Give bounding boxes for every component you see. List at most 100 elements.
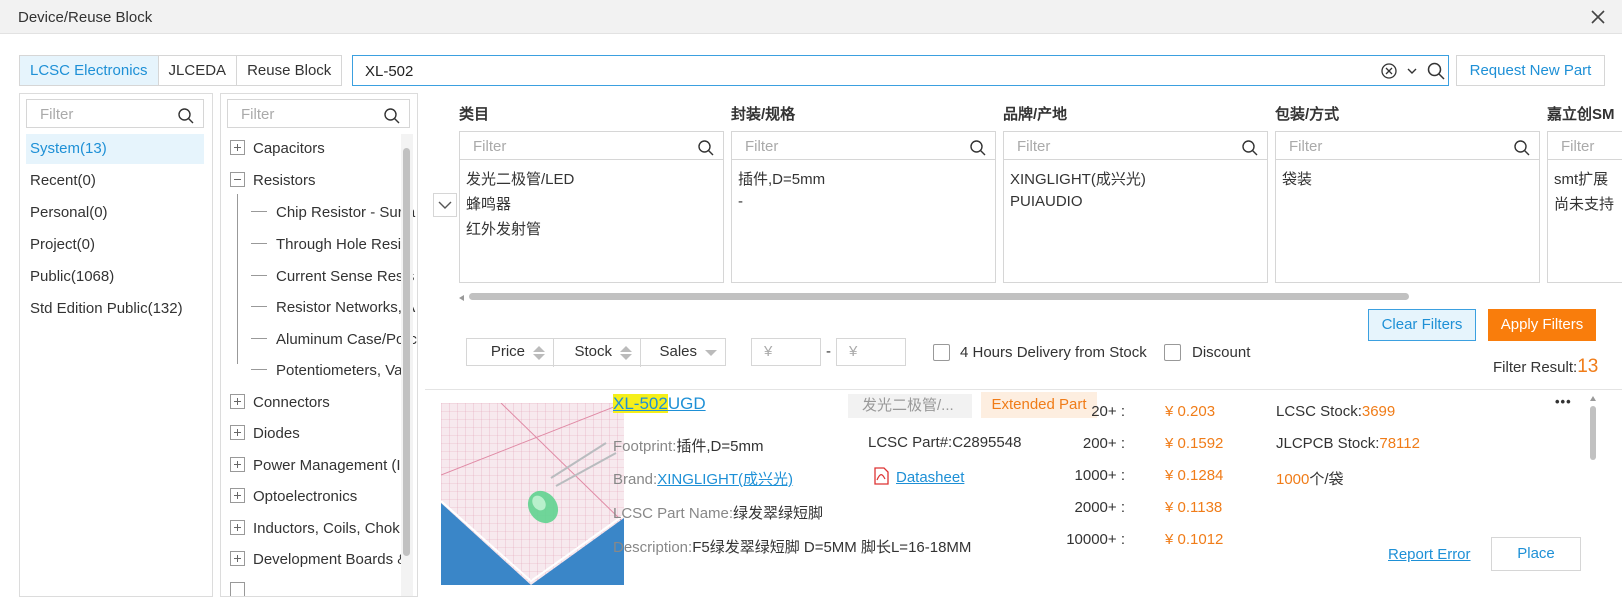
place-button[interactable]: Place <box>1491 537 1581 571</box>
sort-sales-button[interactable]: Sales <box>641 339 725 367</box>
more-options-icon[interactable]: ••• <box>1555 394 1572 409</box>
facet-option[interactable]: 蜂鸣器 <box>466 193 511 214</box>
search-icon <box>178 108 194 124</box>
price-tier-price: ¥ 0.1012 <box>1165 531 1224 548</box>
search-input[interactable] <box>365 60 1365 82</box>
brand-row: Brand:XINGLIGHT(成兴光) <box>613 471 794 488</box>
library-item-project[interactable]: Project(0) <box>26 230 204 260</box>
price-max-input[interactable]: ¥ <box>836 338 906 366</box>
sort-price-button[interactable]: Price <box>467 339 554 367</box>
scrollbar-thumb[interactable] <box>403 148 410 556</box>
search-icon <box>698 140 714 156</box>
facet-option[interactable]: - <box>738 193 743 210</box>
library-item-system[interactable]: System(13) <box>26 134 204 164</box>
lcsc-stock: LCSC Stock:3699 <box>1276 403 1396 420</box>
report-error-link[interactable]: Report Error <box>1388 546 1471 563</box>
category-diodes[interactable]: Diodes <box>230 425 300 447</box>
facet-scrollbar[interactable] <box>459 293 1622 301</box>
lcsc-part-number: LCSC Part#:C2895548 <box>868 434 1022 451</box>
close-icon[interactable] <box>1588 7 1608 27</box>
subcategory-through-hole[interactable]: Through Hole Resist <box>251 236 413 258</box>
price-tier-price: ¥ 0.1592 <box>1165 435 1224 452</box>
clear-icon[interactable] <box>1380 62 1398 80</box>
expand-icon[interactable] <box>230 394 245 409</box>
chevron-down-icon[interactable] <box>1406 65 1418 77</box>
facet-title: 类目 <box>459 106 490 123</box>
facet-filter[interactable]: Filter <box>459 131 724 160</box>
facet-title: 包装/方式 <box>1275 106 1340 123</box>
result-scrollbar[interactable] <box>1590 390 1598 597</box>
subcategory-current-sense[interactable]: Current Sense Resis <box>251 268 414 290</box>
facet-option[interactable]: smt扩展 <box>1554 168 1608 189</box>
facet-option[interactable]: 袋装 <box>1282 168 1312 189</box>
category-power-management[interactable]: Power Management (I <box>230 457 401 479</box>
facet-option[interactable]: 发光二极管/LED <box>466 168 574 189</box>
part-name-row: LCSC Part Name:绿发翠绿短脚 <box>613 505 824 522</box>
tab-lcsc-electronics[interactable]: LCSC Electronics <box>20 56 159 85</box>
facet-option[interactable]: 红外发射管 <box>466 218 541 239</box>
scrollbar-thumb[interactable] <box>469 293 1409 300</box>
four-hours-checkbox[interactable] <box>933 344 950 361</box>
tab-jlceda[interactable]: JLCEDA <box>158 56 238 85</box>
price-min-input[interactable]: ¥ <box>751 338 821 366</box>
expand-icon[interactable] <box>230 140 245 155</box>
expand-facets-icon[interactable] <box>433 193 457 217</box>
facet-options: XINGLIGHT(成兴光) PUIAUDIO <box>1003 159 1268 283</box>
discount-label: Discount <box>1192 344 1251 361</box>
footprint-row: Footprint:插件,D=5mm <box>613 438 764 455</box>
scrollbar-thumb[interactable] <box>1590 406 1596 460</box>
facet-option[interactable]: PUIAUDIO <box>1010 193 1083 210</box>
price-tier-qty: 10000+ : <box>1066 531 1125 548</box>
price-tier-qty: 200+ : <box>1082 435 1125 452</box>
facet-options: 发光二极管/LED 蜂鸣器红外发射管 <box>459 159 724 283</box>
library-item-public[interactable]: Public(1068) <box>26 262 204 292</box>
clear-filters-button[interactable]: Clear Filters <box>1368 309 1476 341</box>
library-item-recent[interactable]: Recent(0) <box>26 166 204 196</box>
library-item-personal[interactable]: Personal(0) <box>26 198 204 228</box>
library-filter[interactable]: Filter <box>26 99 204 128</box>
search-icon <box>384 108 400 124</box>
result-item[interactable]: XL-502UGD 发光二极管/... Extended Part Footpr… <box>425 390 1622 597</box>
expand-icon[interactable] <box>230 520 245 535</box>
facet-option[interactable]: 插件,D=5mm <box>738 168 825 189</box>
category-capacitors[interactable]: Capacitors <box>230 140 325 162</box>
search-icon[interactable] <box>1426 61 1446 81</box>
facet-option[interactable]: 尚未支持 <box>1554 193 1614 214</box>
category-resistors[interactable]: Resistors <box>230 172 316 194</box>
expand-icon[interactable] <box>230 488 245 503</box>
facet-filter[interactable]: Filter <box>731 131 996 160</box>
library-item-std-public[interactable]: Std Edition Public(132) <box>26 294 204 324</box>
part-name[interactable]: XL-502UGD <box>613 394 706 414</box>
facet-filter[interactable]: Filter <box>1003 131 1268 160</box>
package-quantity: 1000个/袋 <box>1276 471 1344 488</box>
filter-placeholder: Filter <box>1561 138 1595 155</box>
expand-icon[interactable] <box>230 425 245 440</box>
category-filter[interactable]: Filter <box>227 99 410 128</box>
category-connectors[interactable]: Connectors <box>230 394 330 416</box>
search-icon <box>970 140 986 156</box>
facet-title: 品牌/产地 <box>1003 106 1068 123</box>
expand-icon[interactable] <box>230 457 245 472</box>
subcategory-potentiometers[interactable]: Potentiometers, Vari <box>251 362 411 384</box>
tab-reuse-block[interactable]: Reuse Block <box>237 56 342 85</box>
facet-filter[interactable]: Filter <box>1275 131 1540 160</box>
sort-stock-button[interactable]: Stock <box>554 339 641 367</box>
subcategory-resistor-networks[interactable]: Resistor Networks, A <box>251 299 415 321</box>
category-scrollbar[interactable] <box>401 134 413 596</box>
discount-checkbox[interactable] <box>1164 344 1181 361</box>
collapse-icon[interactable] <box>230 172 245 187</box>
subcategory-aluminum-case[interactable]: Aluminum Case/Porc <box>251 331 417 353</box>
expand-icon[interactable] <box>230 551 245 566</box>
price-tier-qty: 2000+ : <box>1074 499 1125 516</box>
subcategory-chip-resistor[interactable]: Chip Resistor - Surfa <box>251 204 415 226</box>
category-optoelectronics[interactable]: Optoelectronics <box>230 488 357 510</box>
category-tag: 发光二极管/... <box>848 394 972 418</box>
request-new-part-button[interactable]: Request New Part <box>1456 55 1605 86</box>
apply-filters-button[interactable]: Apply Filters <box>1488 309 1596 341</box>
datasheet-link[interactable]: Datasheet <box>873 467 964 486</box>
facet-filter[interactable]: Filter <box>1547 131 1622 160</box>
category-dev-boards[interactable]: Development Boards & <box>230 551 407 573</box>
category-inductors[interactable]: Inductors, Coils, Chok <box>230 520 400 542</box>
price-tier-price: ¥ 0.1284 <box>1165 467 1224 484</box>
facet-option[interactable]: XINGLIGHT(成兴光) <box>1010 168 1146 189</box>
